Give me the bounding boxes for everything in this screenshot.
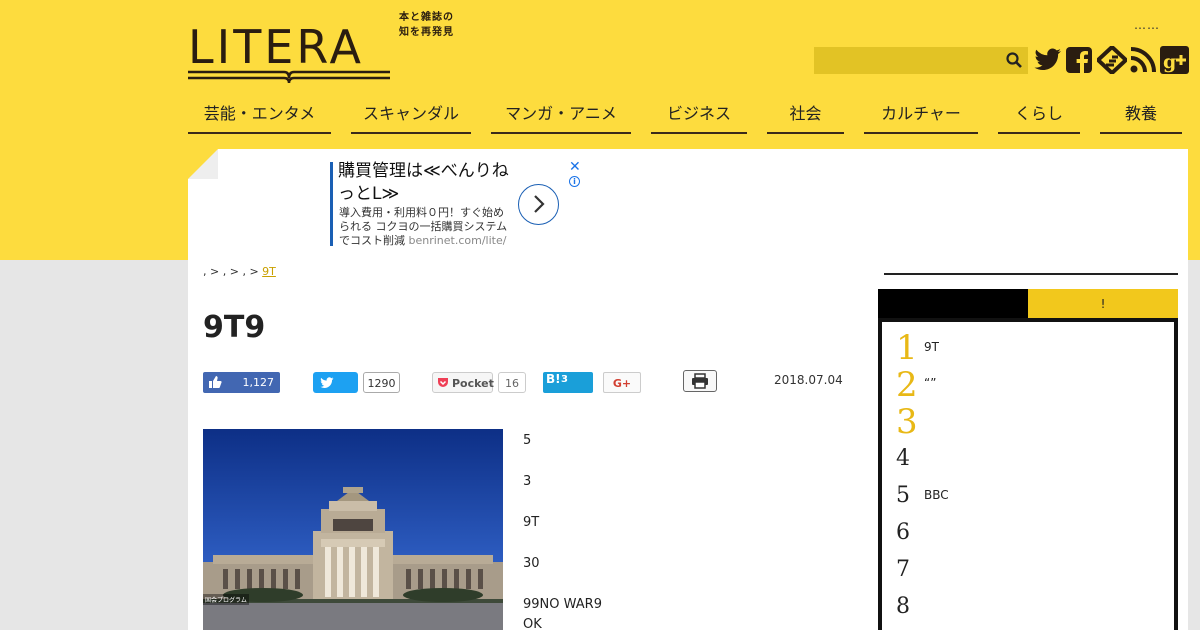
tagline-line-2: 知を再発見	[399, 27, 454, 38]
logo-tagline: 本と雑誌の 知を再発見	[399, 10, 454, 40]
search-box	[814, 47, 1028, 74]
hatena-label: B!	[546, 372, 561, 386]
nav-item-manga-anime[interactable]: マンガ・アニメ	[491, 100, 631, 134]
ad-arrow-button[interactable]	[518, 184, 559, 225]
article-paragraph: 99NO WAR9	[523, 597, 602, 612]
article-photo: 国会プログラム	[203, 429, 503, 630]
advertisement[interactable]: 購買管理は≪べんりねっとL≫ 導入費用・利用料０円！すぐ始められる コクヨの一括…	[330, 159, 582, 248]
article-paragraph: 5	[523, 433, 532, 448]
ad-url[interactable]: benrinet.com/lite/	[409, 234, 507, 247]
photo-caption: 国会プログラム	[203, 594, 249, 605]
rank-item-title[interactable]: BBC	[924, 488, 949, 502]
nav-item-entertainment[interactable]: 芸能・エンタメ	[188, 100, 331, 134]
twitter-bird-icon	[320, 377, 334, 389]
breadcrumb-separator: >	[249, 265, 259, 278]
rank-number: 1	[896, 328, 918, 368]
hatena-count: 3	[561, 374, 568, 385]
nav-item-business[interactable]: ビジネス	[651, 100, 747, 134]
rank-number: 2	[896, 365, 918, 405]
ad-accent-bar	[330, 162, 333, 246]
breadcrumb-separator: >	[229, 265, 239, 278]
facebook-like-button[interactable]: 1,127	[203, 372, 280, 393]
ranking-tab-b[interactable]: !	[1028, 289, 1178, 319]
printer-icon	[692, 373, 708, 389]
google-plus-share-button[interactable]: G+	[603, 372, 641, 393]
twitter-count: 1290	[363, 372, 400, 393]
rank-number: 3	[896, 402, 918, 442]
pocket-label: Pocket	[452, 377, 494, 390]
breadcrumb: , > , > , > 9T	[203, 265, 276, 278]
rss-icon[interactable]	[1129, 46, 1157, 74]
pocket-button[interactable]: Pocket	[432, 372, 494, 393]
top-menu-dots[interactable]: ……	[1134, 18, 1160, 32]
search-input[interactable]	[814, 47, 1000, 74]
tagline-line-1: 本と雑誌の	[399, 12, 454, 23]
thumbs-up-icon	[209, 376, 222, 388]
ranking-tab-a[interactable]	[878, 289, 1028, 319]
nav-item-lifestyle[interactable]: くらし	[998, 100, 1080, 134]
twitter-icon[interactable]	[1034, 46, 1062, 74]
breadcrumb-link-home[interactable]: ,	[203, 265, 207, 278]
rank-number: 4	[896, 446, 910, 471]
page-fold-corner	[188, 149, 218, 179]
nav-item-culture[interactable]: カルチャー	[864, 100, 978, 134]
logo-book-icon	[188, 70, 390, 84]
feedly-icon[interactable]	[1097, 46, 1127, 74]
article-paragraph: 9T	[523, 515, 540, 530]
print-button[interactable]	[683, 370, 717, 392]
article-date: 2018.07.04	[774, 373, 843, 387]
twitter-share-button[interactable]	[313, 372, 358, 393]
ad-info-icon[interactable]: i	[569, 176, 580, 187]
ad-close-icon[interactable]: ✕	[569, 159, 581, 175]
pocket-count: 16	[498, 372, 526, 393]
article-paragraph: OK	[523, 617, 542, 630]
facebook-icon[interactable]	[1065, 46, 1093, 74]
breadcrumb-link-subcategory[interactable]: ,	[242, 265, 246, 278]
search-icon[interactable]	[1006, 52, 1022, 68]
google-plus-icon[interactable]: g	[1160, 46, 1189, 74]
ad-description: 導入費用・利用料０円！すぐ始められる コクヨの一括購買システムでコスト削減 be…	[339, 206, 514, 248]
pocket-icon	[438, 378, 448, 387]
chevron-right-icon	[534, 195, 545, 213]
rank-number: 6	[896, 520, 910, 545]
article-paragraph: 3	[523, 474, 532, 489]
hatena-bookmark-button[interactable]: B! 3	[543, 372, 593, 393]
svg-text:g: g	[1163, 51, 1176, 73]
logo-text: LITERA	[188, 20, 364, 74]
rank-number: 7	[896, 557, 910, 582]
site-logo[interactable]: LITERA 本と雑誌の 知を再発見	[188, 12, 468, 86]
breadcrumb-current[interactable]: 9T	[262, 265, 276, 278]
breadcrumb-link-category[interactable]: ,	[223, 265, 227, 278]
article-paragraph: 30	[523, 556, 540, 571]
ad-title[interactable]: 購買管理は≪べんりねっとL≫	[338, 160, 513, 206]
rank-item-title[interactable]: 9T	[924, 340, 939, 354]
rank-number: 5	[896, 483, 910, 508]
ranking-list: 1 9T 2 “” 3 4 5 BBC 6 7 8	[878, 318, 1178, 630]
rank-number: 8	[896, 594, 910, 619]
nav-item-society[interactable]: 社会	[767, 100, 844, 134]
facebook-like-count: 1,127	[242, 376, 275, 389]
nav-item-scandal[interactable]: スキャンダル	[351, 100, 471, 134]
breadcrumb-separator: >	[210, 265, 220, 278]
article-title: 9T9	[203, 310, 266, 345]
nav-item-education[interactable]: 教養	[1100, 100, 1182, 134]
ranking-tabs: !	[878, 289, 1178, 319]
rank-item-title[interactable]: “”	[924, 376, 936, 390]
sidebar-divider	[884, 273, 1178, 275]
